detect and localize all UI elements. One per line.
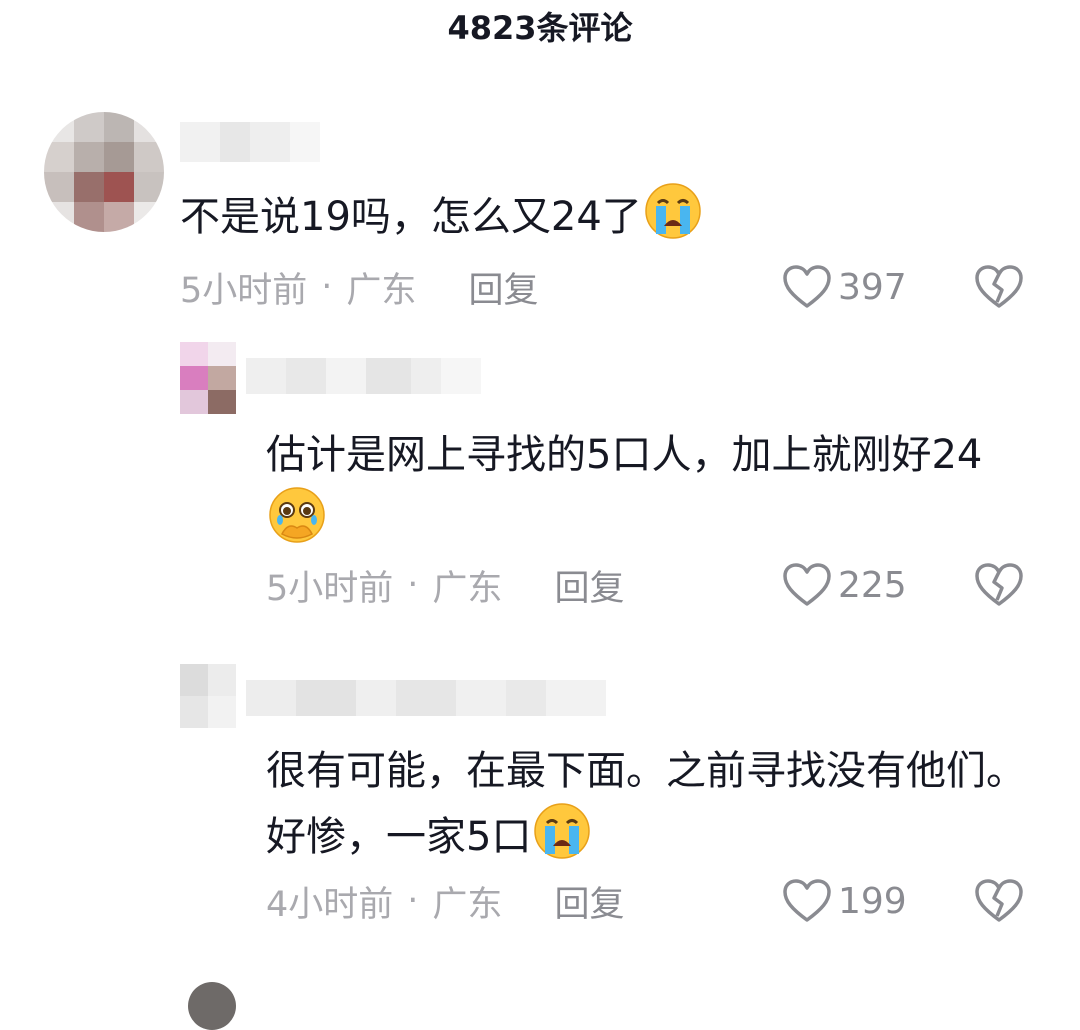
reply-button[interactable]: 回复: [554, 876, 624, 927]
username[interactable]: [246, 358, 481, 394]
avatar[interactable]: [180, 342, 236, 414]
meta-separator: ·: [321, 267, 333, 307]
comment-text-content: 不是说19吗，怎么又24了: [180, 194, 642, 240]
avatar[interactable]: [188, 982, 236, 1030]
comment-meta: 5小时前 · 广东 回复: [180, 262, 538, 312]
like-button[interactable]: 225: [782, 560, 907, 610]
face-holding-back-tears-icon: [268, 486, 326, 562]
meta-separator: ·: [407, 881, 419, 921]
comment-meta: 5小时前 · 广东 回复: [266, 560, 624, 610]
meta-separator: ·: [407, 565, 419, 605]
reply-button[interactable]: 回复: [554, 560, 624, 611]
comment-time: 4小时前: [266, 884, 394, 925]
comment-count-title: 4823条评论: [447, 9, 633, 47]
comment-location: 广东: [432, 568, 503, 609]
comment-location: 广东: [432, 884, 503, 925]
comment-meta: 4小时前 · 广东 回复: [266, 876, 624, 926]
comment-location: 广东: [346, 270, 417, 311]
like-count: 199: [838, 880, 907, 922]
comment-text-content: 估计是网上寻找的5口人，加上就刚好24: [266, 432, 983, 478]
username[interactable]: [246, 680, 606, 716]
loudly-crying-face-icon: [533, 802, 591, 878]
comment-text-content: 很有可能，在最下面。之前寻找没有他们。好惨，一家5口: [266, 748, 1026, 860]
like-count: 225: [838, 564, 907, 606]
avatar[interactable]: [44, 112, 164, 232]
heart-outline-icon: [783, 265, 831, 308]
comment-text: 不是说19吗，怎么又24了: [180, 182, 1040, 258]
avatar[interactable]: [180, 664, 236, 728]
comment-text: 很有可能，在最下面。之前寻找没有他们。好惨，一家5口: [266, 740, 1036, 878]
loudly-crying-face-icon: [644, 182, 702, 258]
heart-outline-icon: [783, 879, 831, 922]
reply-button[interactable]: 回复: [468, 262, 538, 313]
heart-outline-icon: [783, 563, 831, 606]
broken-heart-icon[interactable]: [974, 262, 1024, 312]
like-button[interactable]: 199: [782, 876, 907, 926]
comment-text: 估计是网上寻找的5口人，加上就刚好24: [266, 424, 1026, 562]
broken-heart-icon[interactable]: [974, 876, 1024, 926]
username[interactable]: [180, 122, 320, 162]
like-button[interactable]: 397: [782, 262, 907, 312]
comment-time: 5小时前: [266, 568, 394, 609]
like-count: 397: [838, 266, 907, 308]
broken-heart-icon[interactable]: [974, 560, 1024, 610]
comment-time: 5小时前: [180, 270, 308, 311]
